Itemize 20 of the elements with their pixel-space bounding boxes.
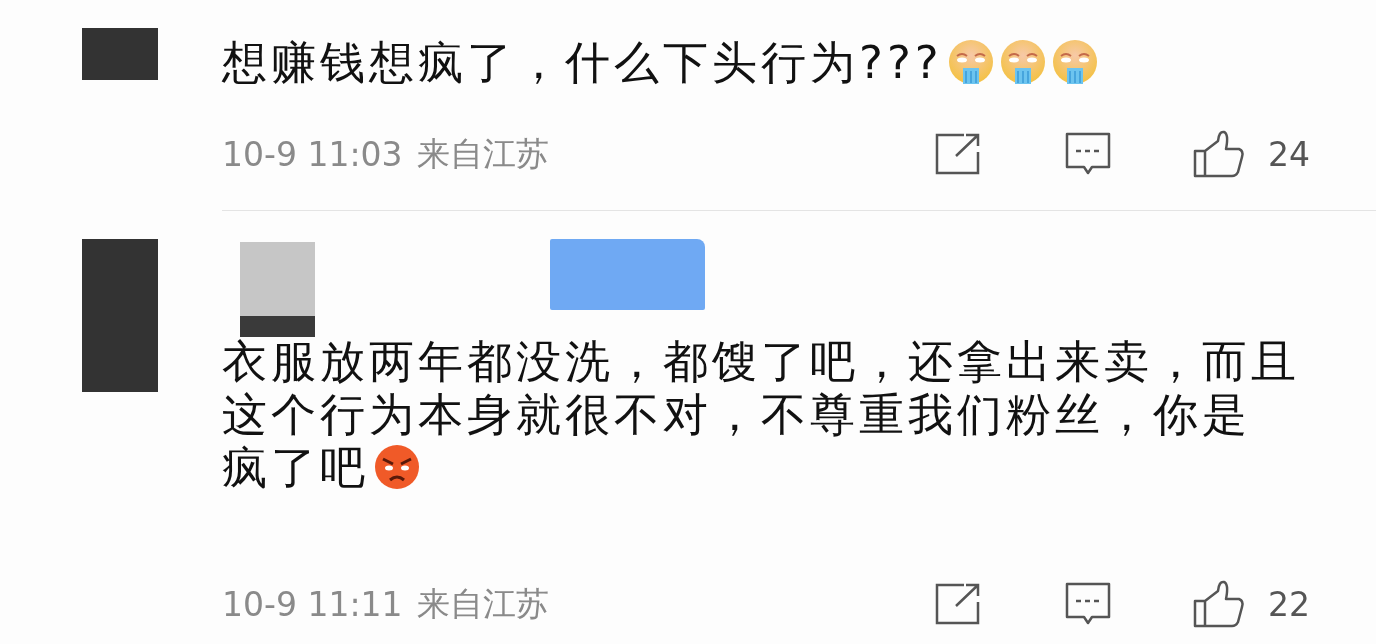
like-count: 22	[1268, 584, 1310, 624]
angry-face-icon	[373, 443, 421, 491]
share-icon[interactable]	[934, 582, 982, 626]
comment-text: 衣服放两年都没洗，都馊了吧，还拿出来卖，而且	[222, 335, 1300, 388]
comment-time: 10-9 11:03	[222, 134, 403, 174]
thumbs-up-icon[interactable]	[1192, 579, 1246, 629]
share-icon[interactable]	[934, 132, 982, 176]
comment-text: 这个行为本身就很不对，不尊重我们粉丝，你是	[222, 388, 1251, 441]
thumbs-up-icon[interactable]	[1192, 129, 1246, 179]
comment-icon[interactable]	[1064, 581, 1112, 627]
like-count: 24	[1268, 134, 1310, 174]
comment-location: 来自江苏	[416, 132, 549, 175]
comment-location: 来自江苏	[416, 582, 549, 625]
drooling-face-icon	[1050, 38, 1099, 86]
drooling-face-icon	[998, 38, 1047, 86]
comment-text: 疯了吧	[222, 441, 369, 494]
comment-icon[interactable]	[1064, 131, 1112, 177]
comment-time: 10-9 11:11	[222, 584, 403, 624]
comment-text: 想赚钱想疯了，什么下头行为???	[222, 36, 943, 89]
drooling-face-icon	[946, 38, 995, 86]
